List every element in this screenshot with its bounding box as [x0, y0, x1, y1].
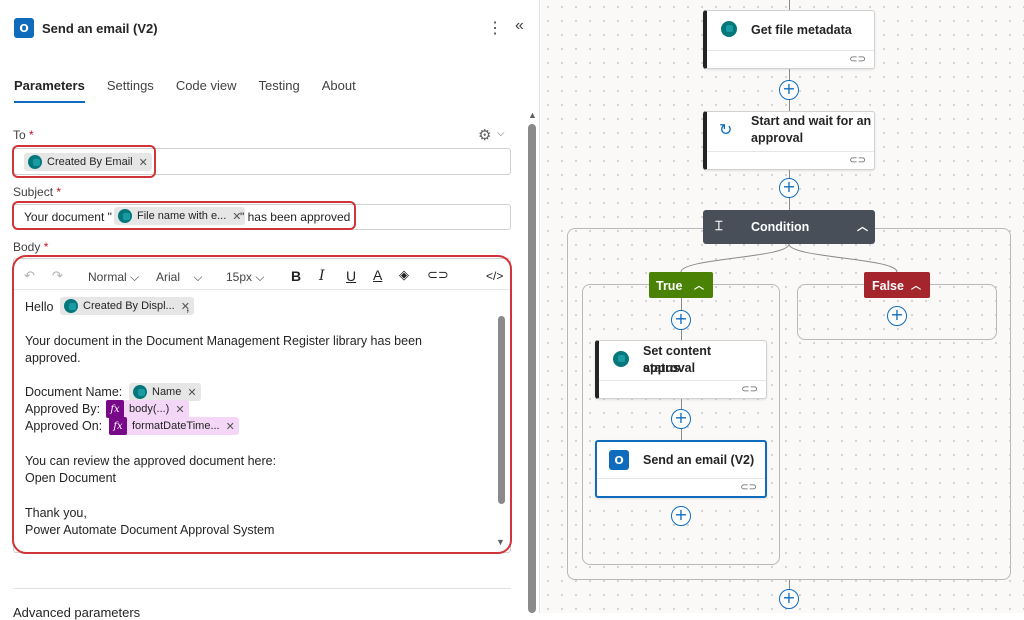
- tab-code-view[interactable]: Code view: [176, 78, 237, 103]
- card-title-line2: status: [643, 361, 680, 375]
- gear-icon[interactable]: ⚙: [478, 126, 491, 144]
- collapse-panel-icon[interactable]: «: [515, 17, 524, 35]
- subject-label: Subject *: [13, 185, 62, 199]
- card-footer: ⊂⊃: [599, 380, 766, 398]
- flow-canvas: Get file metadata ⊂⊃ + ↻ Start and wait …: [541, 0, 1024, 613]
- highlight-box: [12, 201, 356, 230]
- tab-about[interactable]: About: [322, 78, 356, 103]
- action-details-panel: O Send an email (V2) ⋮ « Parameters Sett…: [0, 0, 540, 620]
- true-branch-tag[interactable]: True ︿: [649, 272, 713, 298]
- outlook-icon: O: [609, 450, 629, 470]
- panel-tabs: Parameters Settings Code view Testing Ab…: [14, 78, 378, 103]
- add-step-icon[interactable]: +: [887, 306, 907, 326]
- add-step-icon[interactable]: +: [671, 310, 691, 330]
- tab-settings[interactable]: Settings: [107, 78, 154, 103]
- add-step-icon[interactable]: +: [671, 409, 691, 429]
- card-footer: ⊂⊃: [597, 478, 765, 496]
- tab-testing[interactable]: Testing: [259, 78, 300, 103]
- add-step-icon[interactable]: +: [671, 506, 691, 526]
- highlight-box: [12, 145, 156, 178]
- scroll-up-icon[interactable]: ▲: [528, 110, 537, 120]
- card-title: Send an email (V2): [643, 453, 755, 467]
- highlight-box: [12, 255, 512, 554]
- panel-scrollbar[interactable]: [528, 124, 536, 613]
- chevron-up-icon[interactable]: ︿: [911, 277, 921, 292]
- branch-connectors: [680, 243, 898, 273]
- add-step-icon[interactable]: +: [779, 589, 799, 609]
- to-label: To *: [13, 128, 34, 142]
- action-card-send-email[interactable]: O Send an email (V2) ⊂⊃: [595, 440, 767, 498]
- link-icon: ⊂⊃: [740, 482, 757, 493]
- action-card-set-content-approval[interactable]: Set content approval status ⊂⊃: [595, 340, 767, 399]
- false-branch-tag[interactable]: False ︿: [864, 272, 930, 298]
- link-icon: ⊂⊃: [741, 384, 758, 395]
- sharepoint-icon: [613, 351, 629, 367]
- chevron-down-icon[interactable]: ⌵: [497, 128, 505, 139]
- chevron-up-icon[interactable]: ︿: [694, 277, 704, 292]
- body-label: Body *: [13, 240, 49, 254]
- tab-parameters[interactable]: Parameters: [14, 78, 85, 103]
- divider: [13, 588, 511, 589]
- panel-title: Send an email (V2): [42, 21, 158, 36]
- more-options-icon[interactable]: ⋮: [487, 18, 503, 38]
- outlook-icon: O: [14, 18, 34, 38]
